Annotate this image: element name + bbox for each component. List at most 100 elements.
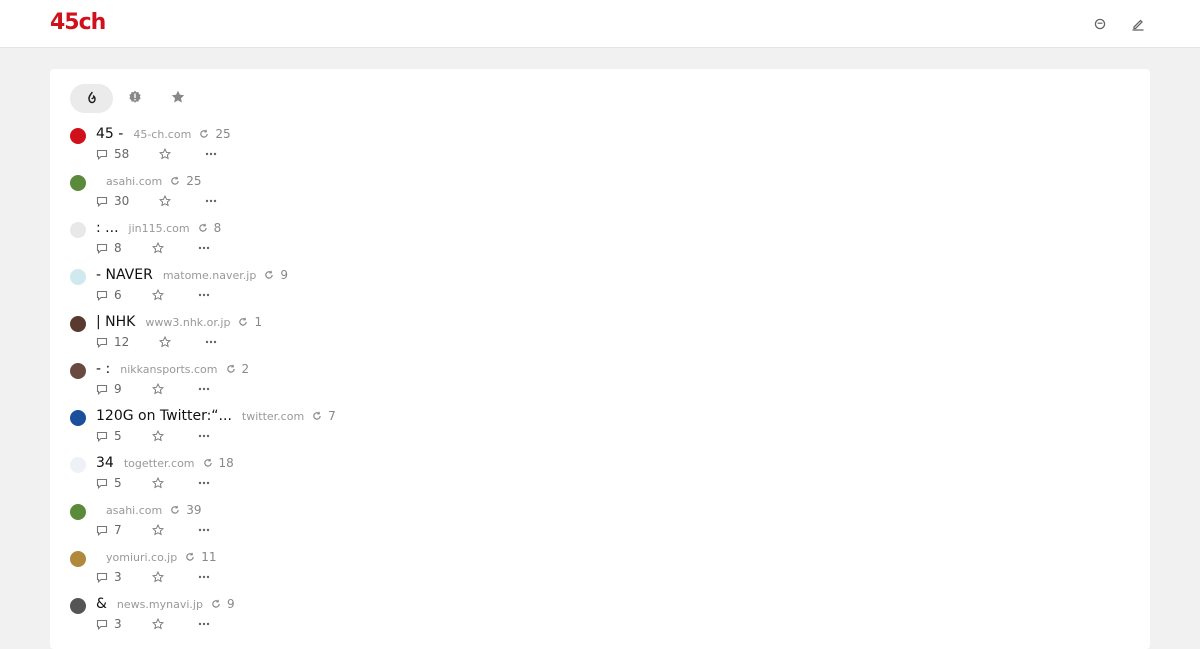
item-title-line[interactable]: & news.mynavi.jp 9	[96, 596, 235, 613]
comments-button[interactable]: 58	[96, 147, 129, 161]
comment-icon	[96, 192, 108, 211]
more-button[interactable]	[198, 570, 210, 584]
favorite-button[interactable]	[152, 476, 164, 490]
refresh-count: 9	[280, 268, 288, 282]
comment-count: 3	[114, 570, 122, 584]
item-domain: asahi.com	[106, 175, 163, 188]
item-title-line[interactable]: | NHK www3.nhk.or.jp 1	[96, 314, 262, 331]
more-button[interactable]	[205, 147, 217, 161]
refresh-count: 18	[218, 456, 234, 470]
feed-tabs	[70, 84, 199, 113]
refresh-icon	[203, 456, 213, 472]
item-title-line[interactable]: - NAVER matome.naver.jp 9	[96, 267, 288, 284]
favorite-button[interactable]	[152, 617, 164, 631]
site-logo[interactable]: 45ch	[50, 10, 106, 35]
item-domain: news.mynavi.jp	[116, 598, 203, 611]
refresh-count: 25	[186, 174, 202, 188]
source-avatar	[70, 551, 86, 567]
refresh-count: 9	[226, 597, 235, 611]
comment-count: 3	[114, 617, 122, 631]
smile-icon[interactable]	[1093, 17, 1107, 31]
comments-button[interactable]: 30	[96, 194, 129, 208]
refresh-icon	[238, 315, 248, 331]
item-title-line[interactable]: - : nikkansports.com 2	[96, 361, 249, 378]
refresh-count: 11	[201, 550, 217, 564]
item-title-line[interactable]: yomiuri.co.jp 11	[96, 549, 216, 566]
more-button[interactable]	[198, 429, 210, 443]
star-outline-icon	[152, 618, 164, 630]
item-title[interactable]: 120G on Twitter:“...	[96, 408, 232, 424]
item-title[interactable]: 34	[96, 455, 114, 471]
item-title-line[interactable]: 34 togetter.com 18	[96, 455, 234, 472]
star-outline-icon	[152, 242, 164, 254]
source-avatar	[70, 410, 86, 426]
flame-icon	[86, 89, 98, 108]
comment-count: 30	[114, 194, 130, 208]
item-title[interactable]: &	[96, 596, 107, 612]
item-title[interactable]: 45 -	[96, 126, 123, 142]
top-bar: 45ch	[0, 0, 1200, 48]
item-domain: www3.nhk.or.jp	[145, 316, 231, 329]
refresh-icon	[312, 409, 322, 425]
favorite-button[interactable]	[152, 382, 164, 396]
item-title-line[interactable]: asahi.com 39	[96, 502, 202, 519]
star-outline-icon	[159, 336, 171, 348]
more-icon	[205, 152, 217, 156]
item-title-line[interactable]: : ... jin115.com 8	[96, 220, 221, 237]
comments-button[interactable]: 9	[96, 382, 122, 396]
more-icon	[205, 340, 217, 344]
more-button[interactable]	[198, 523, 210, 537]
more-button[interactable]	[205, 194, 217, 208]
item-title-line[interactable]: asahi.com 25	[96, 173, 202, 190]
more-icon	[198, 575, 210, 579]
item-title[interactable]: - :	[96, 361, 110, 377]
favorite-button[interactable]	[152, 288, 164, 302]
favorite-button[interactable]	[159, 194, 171, 208]
favorite-button[interactable]	[152, 523, 164, 537]
favorite-button[interactable]	[152, 429, 164, 443]
item-title[interactable]: - NAVER	[96, 267, 153, 283]
feed-card: 45 -45-ch.com 25 58 asahi.com 25 30: ... jin11…	[50, 69, 1150, 649]
favorite-button[interactable]	[159, 335, 171, 349]
comment-icon	[96, 474, 108, 493]
refresh-icon	[170, 174, 180, 190]
item-title[interactable]: | NHK	[96, 314, 135, 330]
more-button[interactable]	[198, 382, 210, 396]
item-domain: twitter.com	[241, 410, 305, 423]
comment-icon	[96, 427, 108, 446]
star-outline-icon	[152, 524, 164, 536]
tab-popular[interactable]	[70, 84, 113, 113]
favorite-button[interactable]	[159, 147, 171, 161]
favorite-button[interactable]	[152, 241, 164, 255]
item-title-line[interactable]: 45 - 45-ch.com 25	[96, 126, 231, 143]
comment-icon	[96, 333, 108, 352]
star-icon	[171, 89, 185, 108]
source-avatar	[70, 598, 86, 614]
refresh-count: 7	[328, 409, 336, 423]
more-icon	[198, 481, 210, 485]
comments-button[interactable]: 12	[96, 335, 129, 349]
comments-button[interactable]: 6	[96, 288, 122, 302]
comments-button[interactable]: 3	[96, 570, 122, 584]
more-button[interactable]	[198, 241, 210, 255]
more-button[interactable]	[198, 476, 210, 490]
edit-icon[interactable]	[1131, 17, 1145, 31]
more-button[interactable]	[205, 335, 217, 349]
comments-button[interactable]: 3	[96, 617, 122, 631]
comments-button[interactable]: 8	[96, 241, 122, 255]
star-outline-icon	[159, 148, 171, 160]
favorite-button[interactable]	[152, 570, 164, 584]
item-title[interactable]: : ...	[96, 220, 119, 236]
comments-button[interactable]: 5	[96, 429, 122, 443]
more-icon	[198, 434, 210, 438]
more-button[interactable]	[198, 288, 210, 302]
comments-button[interactable]: 7	[96, 523, 122, 537]
more-button[interactable]	[198, 617, 210, 631]
item-title-line[interactable]: 120G on Twitter:“... twitter.com 7	[96, 408, 336, 425]
badge-icon	[128, 89, 142, 108]
comments-button[interactable]: 5	[96, 476, 122, 490]
star-outline-icon	[159, 195, 171, 207]
tab-new[interactable]	[113, 84, 156, 113]
tab-favorites[interactable]	[156, 84, 199, 113]
refresh-icon	[226, 362, 236, 378]
